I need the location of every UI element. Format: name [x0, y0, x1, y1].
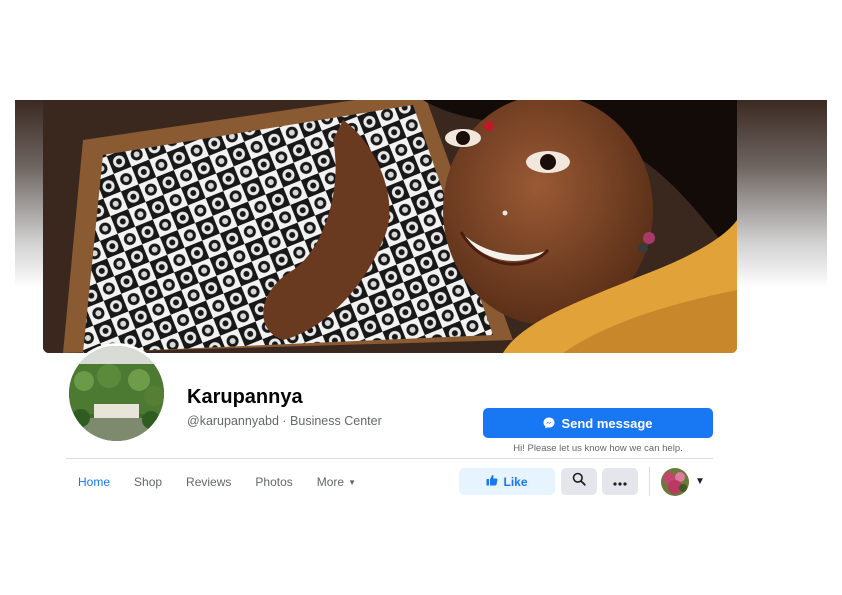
- search-button[interactable]: [561, 468, 597, 495]
- thumbs-up-icon: [486, 474, 498, 489]
- subtitle-separator: ·: [278, 414, 291, 428]
- tab-label: More: [316, 475, 345, 489]
- page-title: Karupannya: [187, 386, 303, 408]
- tab-label: Shop: [134, 475, 163, 489]
- profile-picture[interactable]: [66, 343, 167, 444]
- tab-label: Home: [78, 475, 111, 489]
- ellipsis-icon: [613, 473, 627, 491]
- tab-label: Photos: [255, 475, 293, 489]
- profile-switcher[interactable]: ▼: [661, 467, 705, 496]
- chevron-down-icon: ▼: [695, 476, 705, 487]
- tab-home[interactable]: Home: [66, 475, 122, 489]
- like-button[interactable]: Like: [459, 468, 555, 495]
- tab-more[interactable]: More ▼: [305, 475, 368, 489]
- more-options-button[interactable]: [602, 468, 638, 495]
- page-category[interactable]: Business Center: [290, 414, 382, 428]
- messenger-icon: [543, 417, 555, 429]
- tab-reviews[interactable]: Reviews: [174, 475, 243, 489]
- profile-switcher-avatar: [661, 467, 689, 496]
- search-icon: [572, 472, 586, 491]
- page-handle[interactable]: @karupannyabd: [187, 414, 279, 428]
- page-subtitle: @karupannyabd · Business Center: [187, 414, 382, 428]
- tab-shop[interactable]: Shop: [122, 475, 174, 489]
- header-divider: [66, 458, 713, 459]
- action-separator: [649, 467, 650, 496]
- send-message-button[interactable]: Send message: [483, 408, 713, 438]
- tab-label: Reviews: [186, 475, 232, 489]
- cover-photo[interactable]: [43, 100, 737, 353]
- caret-down-icon: ▼: [348, 477, 357, 487]
- tab-photos[interactable]: Photos: [243, 475, 304, 489]
- like-label: Like: [503, 474, 528, 489]
- page-tabs: Home Shop Reviews Photos More ▼: [66, 470, 368, 494]
- message-hint: Hi! Please let us know how we can help.: [513, 443, 683, 454]
- send-message-label: Send message: [561, 415, 653, 431]
